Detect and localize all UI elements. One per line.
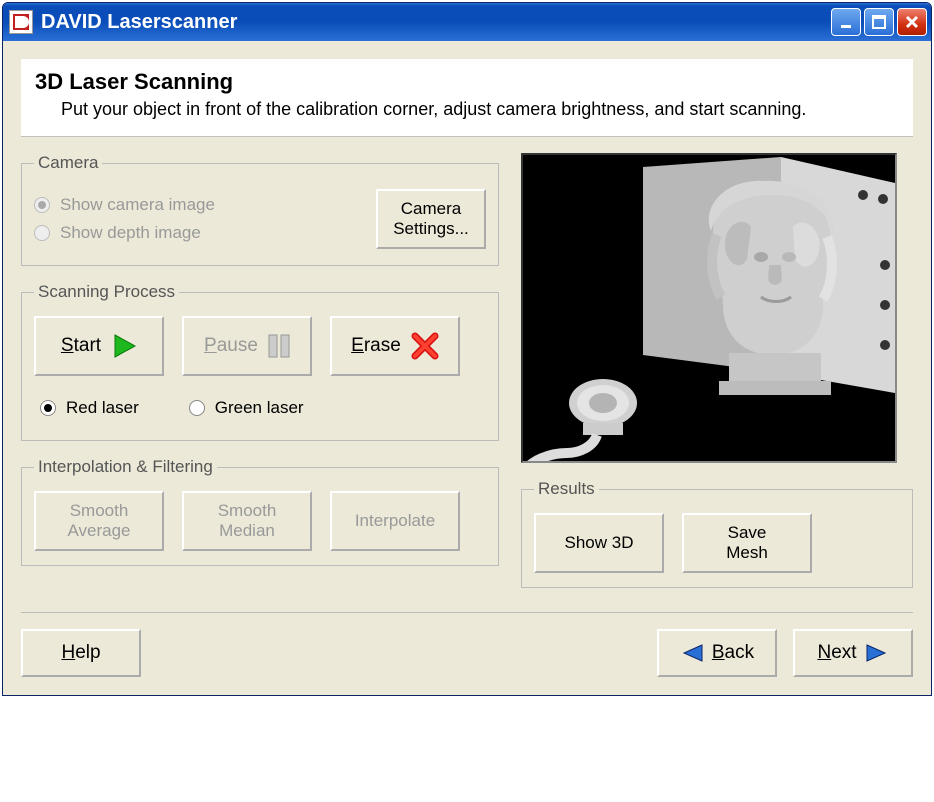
- page-description: Put your object in front of the calibrat…: [35, 99, 899, 120]
- pause-button[interactable]: Pause: [182, 316, 312, 376]
- radio-icon: [34, 197, 50, 213]
- results-group: Results Show 3D Save Mesh: [521, 479, 913, 588]
- camera-preview: [521, 153, 897, 463]
- wizard-footer: Help Back Next: [21, 612, 913, 677]
- help-rest: elp: [75, 642, 100, 663]
- interpolate-button[interactable]: Interpolate: [330, 491, 460, 551]
- x-icon: [411, 332, 439, 360]
- show-camera-image-radio[interactable]: Show camera image: [34, 195, 356, 215]
- back-button[interactable]: Back: [657, 629, 777, 677]
- arrow-left-icon: [680, 643, 704, 663]
- smooth-median-button[interactable]: Smooth Median: [182, 491, 312, 551]
- scanning-legend: Scanning Process: [34, 282, 179, 302]
- show-depth-image-radio[interactable]: Show depth image: [34, 223, 356, 243]
- save-mesh-button[interactable]: Save Mesh: [682, 513, 812, 573]
- window-title: DAVID Laserscanner: [41, 11, 831, 34]
- page-header: 3D Laser Scanning Put your object in fro…: [21, 59, 913, 137]
- help-button[interactable]: Help: [21, 629, 141, 677]
- play-icon: [111, 333, 137, 359]
- maximize-button[interactable]: [864, 8, 894, 36]
- client-area: 3D Laser Scanning Put your object in fro…: [3, 41, 931, 695]
- erase-button[interactable]: Erase: [330, 316, 460, 376]
- green-laser-radio[interactable]: Green laser: [189, 398, 304, 418]
- radio-label: Green laser: [215, 398, 304, 418]
- scanning-process-group: Scanning Process Start Pause Erase: [21, 282, 499, 441]
- start-text: tart: [74, 335, 101, 356]
- radio-icon: [40, 400, 56, 416]
- show-3d-button[interactable]: Show 3D: [534, 513, 664, 573]
- next-rest: ext: [831, 642, 856, 663]
- title-bar[interactable]: DAVID Laserscanner: [3, 3, 931, 41]
- close-button[interactable]: [897, 8, 927, 36]
- arrow-right-icon: [865, 643, 889, 663]
- results-legend: Results: [534, 479, 599, 499]
- back-rest: ack: [725, 642, 755, 663]
- radio-icon: [34, 225, 50, 241]
- pause-icon: [268, 334, 290, 358]
- next-button[interactable]: Next: [793, 629, 913, 677]
- start-button[interactable]: Start: [34, 316, 164, 376]
- interpolation-group: Interpolation & Filtering Smooth Average…: [21, 457, 499, 566]
- radio-label: Show depth image: [60, 223, 201, 243]
- window-controls: [831, 8, 927, 36]
- smooth-average-button[interactable]: Smooth Average: [34, 491, 164, 551]
- radio-icon: [189, 400, 205, 416]
- camera-group: Camera Show camera image Show depth imag…: [21, 153, 499, 266]
- camera-legend: Camera: [34, 153, 102, 173]
- interp-legend: Interpolation & Filtering: [34, 457, 217, 477]
- app-window: DAVID Laserscanner 3D Laser Scanning Put…: [2, 2, 932, 696]
- radio-label: Show camera image: [60, 195, 215, 215]
- red-laser-radio[interactable]: Red laser: [40, 398, 139, 418]
- camera-settings-button[interactable]: Camera Settings...: [376, 189, 486, 250]
- minimize-button[interactable]: [831, 8, 861, 36]
- app-icon: [9, 10, 33, 34]
- radio-label: Red laser: [66, 398, 139, 418]
- page-title: 3D Laser Scanning: [35, 69, 899, 95]
